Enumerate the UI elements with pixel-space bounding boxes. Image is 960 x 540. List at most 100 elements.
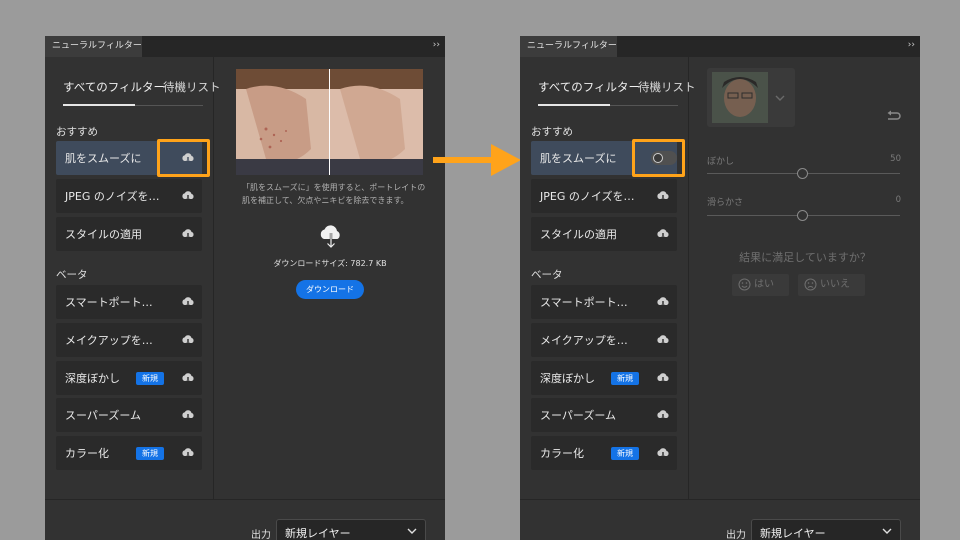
- panel-title-tab[interactable]: ニューラルフィルター: [45, 36, 142, 57]
- filter-label: JPEG のノイズを…: [540, 190, 635, 203]
- portrait-thumbnail-illustration: [712, 72, 768, 123]
- cloud-download-icon[interactable]: [181, 409, 195, 421]
- active-tab-underline: [63, 104, 135, 106]
- panel-header: ニューラルフィルター ››: [520, 36, 920, 57]
- description-line-2: 肌を補正して、欠点やニキビを除去できます。: [242, 196, 409, 205]
- chevron-down-icon: [407, 528, 417, 534]
- param-label-blur: ぼかし: [707, 157, 735, 167]
- filter-item-smart-portrait[interactable]: スマートポート…: [531, 285, 677, 319]
- collapse-icon[interactable]: ››: [908, 40, 915, 50]
- filter-label: 肌をスムーズに: [540, 152, 617, 165]
- param-label-smoothness: 滑らかさ: [707, 198, 744, 208]
- filter-item-jpeg-noise[interactable]: JPEG のノイズを…: [56, 179, 202, 213]
- neural-filters-panel-after: ニューラルフィルター ›› すべてのフィルター 待機リスト おすすめ 肌をスムー…: [520, 36, 920, 540]
- output-value: 新規レイヤー: [760, 527, 826, 540]
- filter-item-style-transfer[interactable]: スタイルの適用: [56, 217, 202, 251]
- new-badge: 新規: [136, 372, 164, 385]
- slider-knob-smoothness[interactable]: [797, 210, 808, 221]
- filter-item-depth-blur[interactable]: 深度ぼかし 新規: [531, 361, 677, 395]
- cloud-download-icon[interactable]: [181, 296, 195, 308]
- filter-label: スタイルの適用: [65, 228, 142, 241]
- filter-label: 肌をスムーズに: [65, 152, 142, 165]
- download-size-text: ダウンロードサイズ: 782.7 KB: [273, 259, 387, 268]
- cloud-download-icon[interactable]: [181, 334, 195, 346]
- cloud-download-icon[interactable]: [656, 190, 670, 202]
- tab-waitlist[interactable]: 待機リスト: [638, 79, 696, 95]
- slider-knob-blur[interactable]: [797, 168, 808, 179]
- filter-item-colorize[interactable]: カラー化 新規: [56, 436, 202, 470]
- section-label-beta: ベータ: [531, 269, 563, 281]
- tab-divider: [135, 105, 203, 106]
- tab-all-filters[interactable]: すべてのフィルター: [538, 79, 640, 95]
- filter-label: メイクアップを…: [65, 334, 153, 347]
- frown-icon: [804, 278, 817, 291]
- feedback-no-label: いいえ: [820, 279, 850, 290]
- cloud-download-icon[interactable]: [656, 447, 670, 459]
- chevron-down-icon: [775, 95, 785, 101]
- output-label: 出力: [251, 530, 271, 540]
- output-label: 出力: [726, 530, 746, 540]
- filter-item-super-zoom[interactable]: スーパーズーム: [531, 398, 677, 432]
- reset-icon[interactable]: [885, 110, 901, 124]
- feedback-yes-button[interactable]: はい: [732, 274, 789, 296]
- portrait-illustration: [236, 69, 423, 175]
- section-label-recommended: おすすめ: [531, 126, 573, 138]
- highlight-box: [632, 139, 685, 177]
- cloud-download-icon[interactable]: [181, 228, 195, 240]
- filter-label: スマートポート…: [540, 296, 628, 309]
- reference-image-select[interactable]: [707, 68, 795, 127]
- before-after-preview-image: [236, 69, 423, 175]
- collapse-icon[interactable]: ››: [433, 40, 440, 50]
- filter-sidebar: すべてのフィルター 待機リスト おすすめ 肌をスムーズに JPEG のノイズを……: [45, 57, 221, 499]
- filter-label: メイクアップを…: [540, 334, 628, 347]
- filter-label: スーパーズーム: [540, 409, 617, 422]
- filter-label: JPEG のノイズを…: [65, 190, 160, 203]
- tab-all-filters[interactable]: すべてのフィルター: [63, 79, 165, 95]
- download-button[interactable]: ダウンロード: [296, 280, 364, 299]
- filter-item-depth-blur[interactable]: 深度ぼかし 新規: [56, 361, 202, 395]
- reference-thumbnail: [712, 72, 768, 123]
- highlight-box: [157, 139, 210, 177]
- filter-item-colorize[interactable]: カラー化 新規: [531, 436, 677, 470]
- chevron-down-icon: [882, 528, 892, 534]
- param-value-blur: 50: [890, 154, 901, 164]
- new-badge: 新規: [611, 372, 639, 385]
- cloud-download-icon[interactable]: [181, 447, 195, 459]
- cloud-download-icon: [320, 225, 340, 249]
- filter-label: スタイルの適用: [540, 228, 617, 241]
- filter-description: 「肌をスムーズに」を使用すると、ポートレイトの 肌を補正して、欠点やニキビを除去…: [230, 181, 430, 207]
- panel-title-tab[interactable]: ニューラルフィルター: [520, 36, 617, 57]
- filter-item-smart-portrait[interactable]: スマートポート…: [56, 285, 202, 319]
- filter-label: カラー化: [65, 447, 109, 460]
- transition-arrow-icon: [433, 144, 521, 176]
- neural-filters-panel-before: ニューラルフィルター ›› すべてのフィルター 待機リスト おすすめ 肌をスムー…: [45, 36, 445, 540]
- filter-item-super-zoom[interactable]: スーパーズーム: [56, 398, 202, 432]
- smile-icon: [738, 278, 751, 291]
- active-tab-underline: [538, 104, 610, 106]
- cloud-download-icon[interactable]: [181, 190, 195, 202]
- output-select[interactable]: 新規レイヤー: [276, 519, 426, 540]
- filter-item-makeup-transfer[interactable]: メイクアップを…: [56, 323, 202, 357]
- filter-item-jpeg-noise[interactable]: JPEG のノイズを…: [531, 179, 677, 213]
- section-label-recommended: おすすめ: [56, 126, 98, 138]
- cloud-download-icon[interactable]: [656, 228, 670, 240]
- filter-label: 深度ぼかし: [65, 372, 120, 385]
- feedback-no-button[interactable]: いいえ: [798, 274, 865, 296]
- filter-sidebar: すべてのフィルター 待機リスト おすすめ 肌をスムーズに JPEG のノイズを……: [520, 57, 696, 499]
- tab-divider: [610, 105, 678, 106]
- tab-waitlist[interactable]: 待機リスト: [163, 79, 221, 95]
- output-select[interactable]: 新規レイヤー: [751, 519, 901, 540]
- filter-label: カラー化: [540, 447, 584, 460]
- cloud-download-icon[interactable]: [656, 409, 670, 421]
- output-value: 新規レイヤー: [285, 527, 351, 540]
- cloud-download-icon[interactable]: [656, 296, 670, 308]
- panel-footer: 出力 新規レイヤー: [520, 499, 920, 540]
- cloud-download-icon[interactable]: [181, 372, 195, 384]
- filter-label: スマートポート…: [65, 296, 153, 309]
- filter-item-style-transfer[interactable]: スタイルの適用: [531, 217, 677, 251]
- filter-item-makeup-transfer[interactable]: メイクアップを…: [531, 323, 677, 357]
- filter-label: スーパーズーム: [65, 409, 142, 422]
- cloud-download-icon[interactable]: [656, 334, 670, 346]
- cloud-download-icon[interactable]: [656, 372, 670, 384]
- new-badge: 新規: [136, 447, 164, 460]
